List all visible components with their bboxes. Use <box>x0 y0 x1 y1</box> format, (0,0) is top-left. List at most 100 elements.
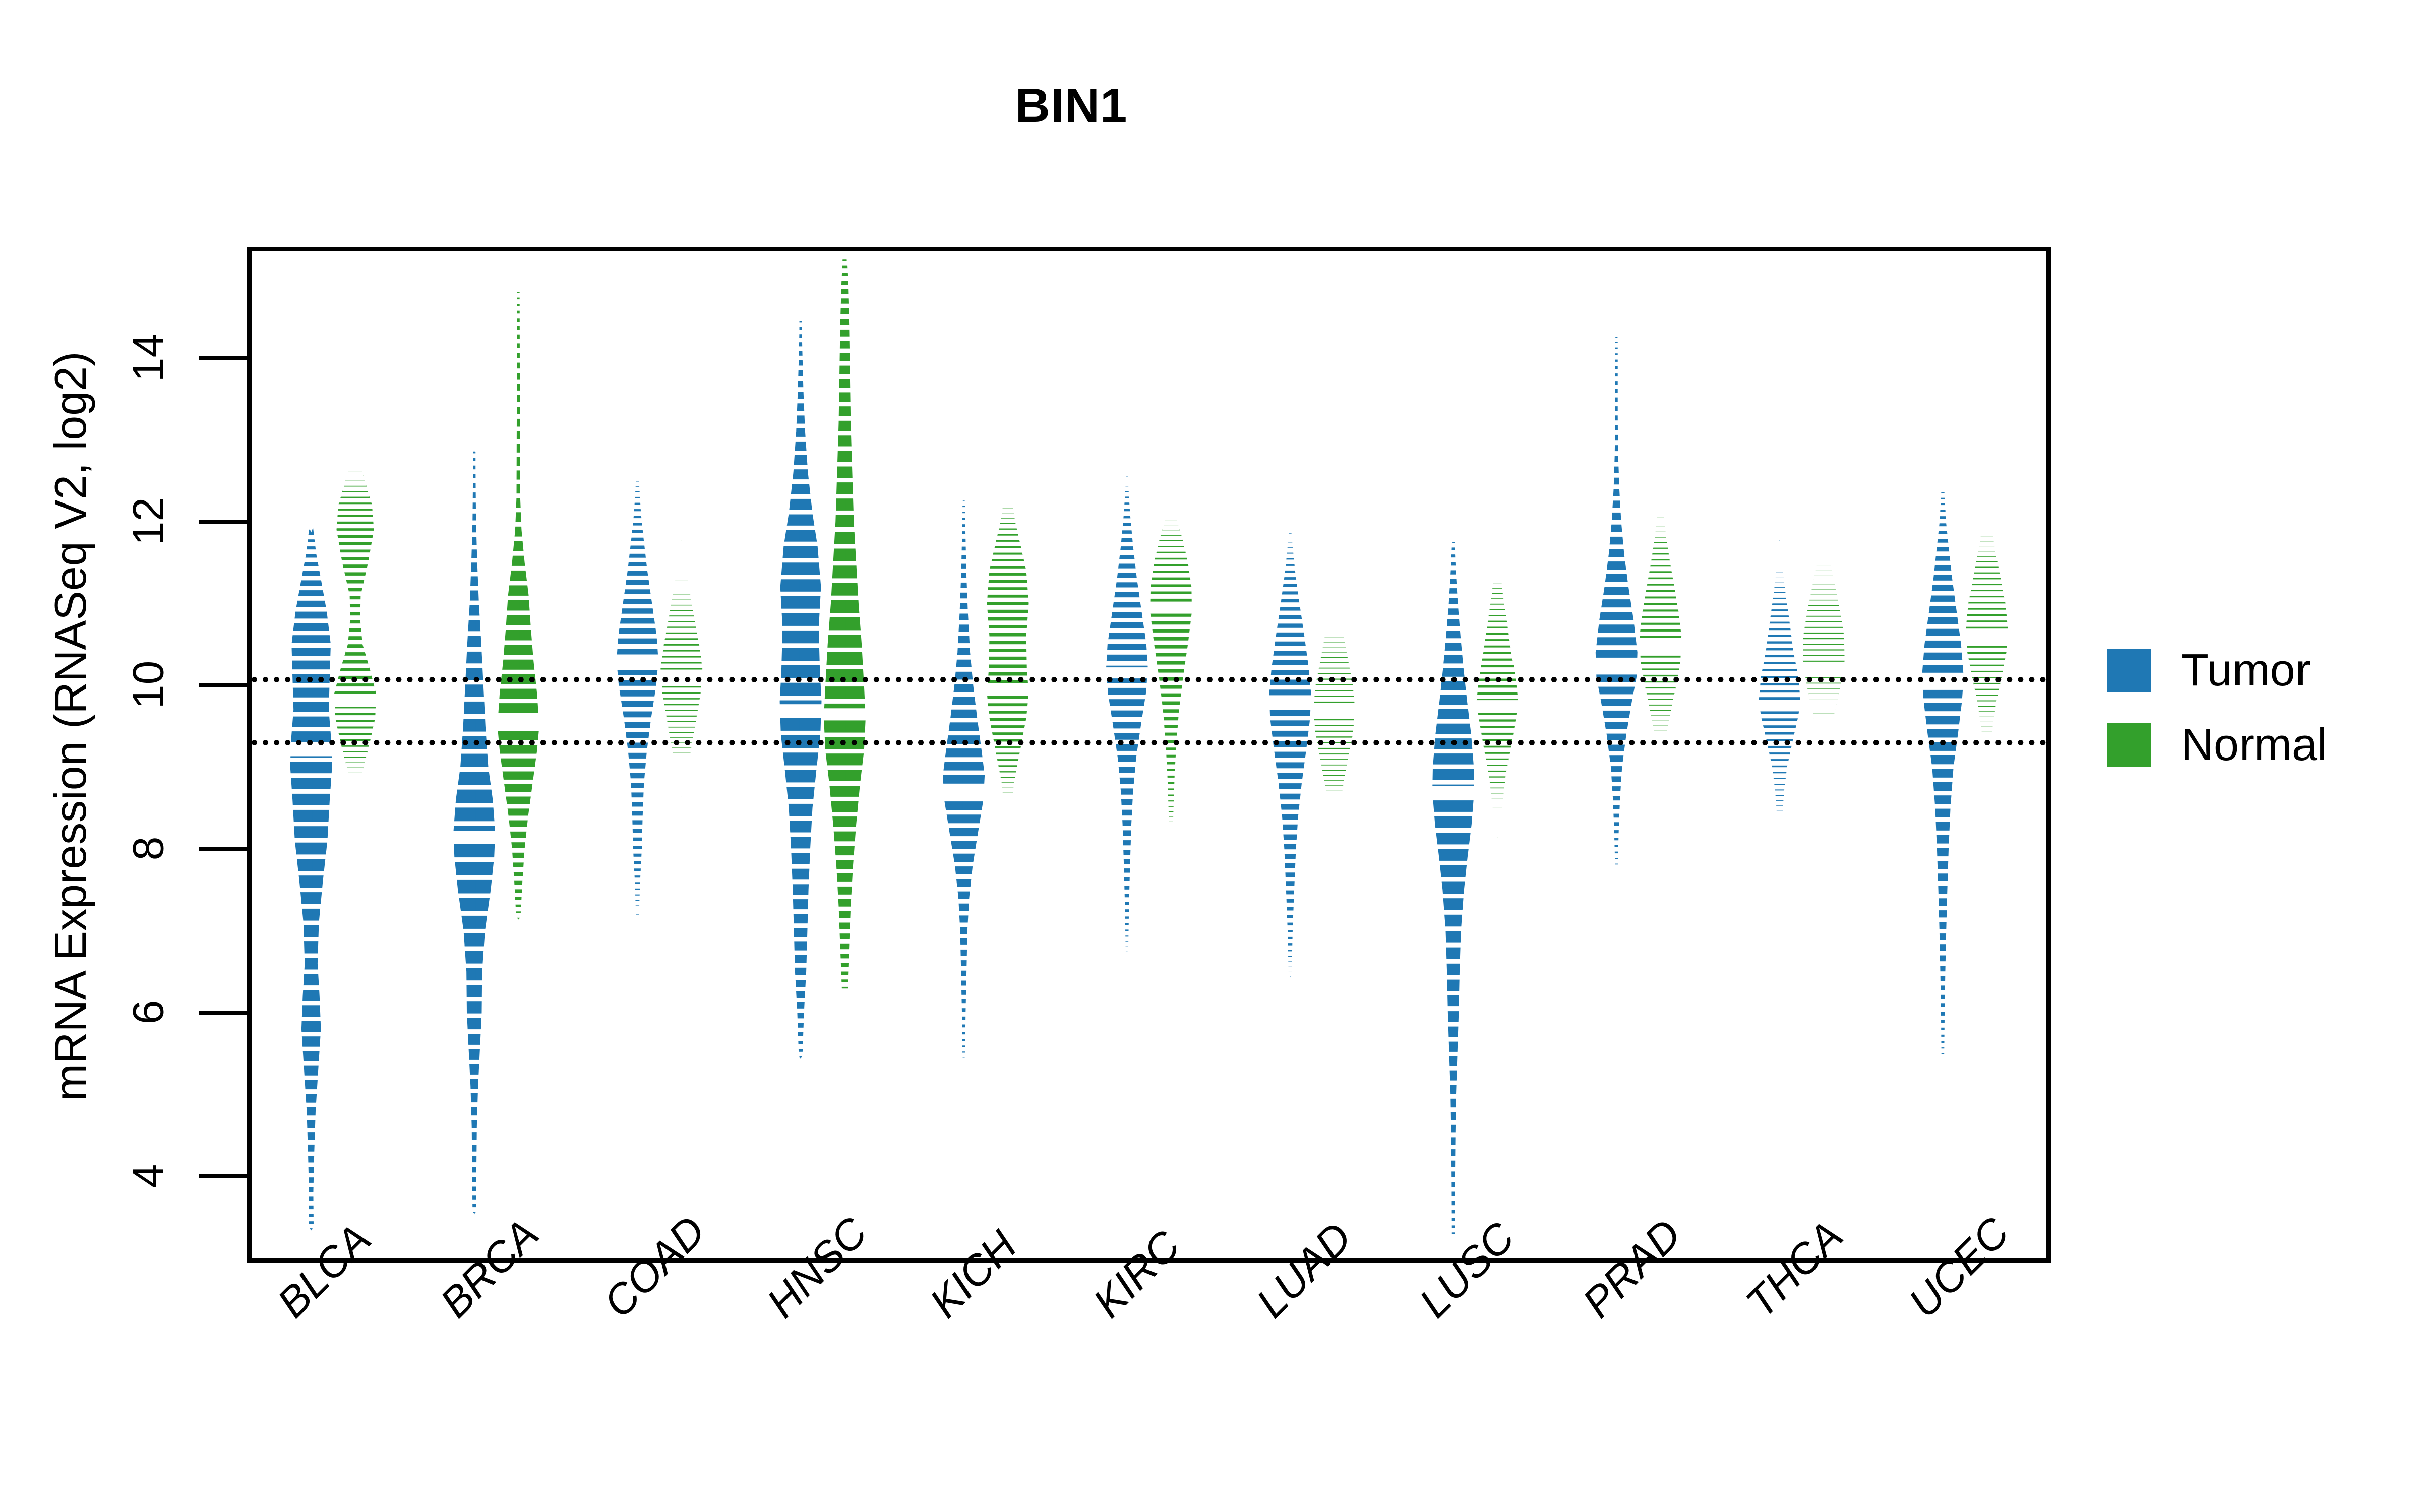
bean-observation-tick <box>1320 760 1348 765</box>
bean-observation-tick <box>1449 574 1458 579</box>
bean-observation-tick <box>1152 573 1190 578</box>
bean-observation-tick <box>1437 844 1470 849</box>
bean-observation-tick <box>1449 1132 1458 1138</box>
bean-observation-tick <box>998 767 1017 772</box>
bean-observation-tick <box>779 696 822 701</box>
bean-observation-tick <box>1980 532 1993 537</box>
bean-observation-tick <box>1612 833 1621 838</box>
bean-observation-tick <box>1812 580 1835 585</box>
bean-observation-tick <box>831 578 858 583</box>
bean-observation-tick <box>633 905 642 910</box>
bean-observation-tick <box>1769 617 1790 622</box>
bean-observation-tick <box>631 533 644 538</box>
bean-observation-tick <box>1449 1107 1458 1112</box>
plot-area <box>247 247 2051 1263</box>
bean-observation-tick <box>1476 695 1519 699</box>
bean-observation-tick <box>1317 668 1351 673</box>
bean-observation-tick <box>301 1032 321 1037</box>
bean-observation-tick <box>838 402 851 407</box>
bean-observation-tick <box>660 663 703 668</box>
legend-item-normal[interactable]: Normal <box>2107 715 2327 775</box>
bean-observation-tick <box>834 527 855 532</box>
bean-observation-tick <box>343 568 367 573</box>
bean-observation-tick <box>514 522 523 527</box>
bean-observation-tick <box>1775 790 1785 795</box>
bean-observation-tick <box>1928 613 1958 617</box>
bean-observation-tick <box>1286 910 1294 915</box>
bean-observation-tick <box>1612 800 1621 805</box>
bean-observation-tick <box>1162 525 1180 530</box>
bean-observation-tick <box>303 937 319 942</box>
y-axis-tick-label: 8 <box>124 836 173 861</box>
bean-observation-tick <box>987 590 1028 595</box>
bean-observation-tick <box>987 597 1029 602</box>
bean-observation-tick <box>1652 548 1669 553</box>
legend-item-tumor[interactable]: Tumor <box>2107 640 2327 701</box>
bean-observation-tick <box>1603 718 1629 722</box>
bean-observation-tick <box>469 586 479 591</box>
bean-observation-tick <box>1321 647 1347 652</box>
bean-observation-tick <box>1327 803 1341 808</box>
bean-median-bar <box>1802 663 1845 674</box>
bean-observation-tick <box>1123 931 1131 936</box>
bean-observation-tick <box>1272 655 1308 660</box>
bean-observation-tick <box>1115 587 1139 592</box>
bean-observation-tick <box>1157 664 1185 669</box>
bean-observation-tick <box>291 656 331 661</box>
bean-observation-tick <box>780 591 821 596</box>
bean-observation-tick <box>669 733 694 738</box>
bean-observation-tick <box>1612 355 1621 360</box>
bean-observation-tick <box>781 661 820 665</box>
reference-line <box>252 677 2046 683</box>
bean-observation-tick <box>628 758 647 763</box>
bean-observation-tick <box>1974 568 2000 573</box>
bean-median-bar <box>496 716 540 728</box>
bean-observation-tick <box>1326 623 1343 628</box>
bean-observation-tick <box>1937 856 1949 861</box>
bean-observation-tick <box>1313 697 1355 702</box>
bean-observation-tick <box>1318 749 1350 754</box>
bean-observation-tick <box>1656 504 1665 509</box>
bean-observation-tick <box>782 558 819 563</box>
bean-observation-tick <box>1935 817 1951 822</box>
bean-observation-tick <box>1484 641 1510 646</box>
bean-observation-tick <box>1276 627 1304 633</box>
bean-observation-tick <box>454 857 495 862</box>
bean-observation-tick <box>1320 652 1348 657</box>
bean-median-bar <box>1431 786 1476 797</box>
bean-observation-tick <box>1449 1167 1458 1172</box>
bean-observation-tick <box>336 530 374 535</box>
bean-observation-tick <box>1162 705 1180 710</box>
bean-observation-tick <box>621 613 654 618</box>
bean-observation-tick <box>1656 513 1665 518</box>
bean-observation-tick <box>840 982 849 987</box>
bean-observation-tick <box>470 532 478 537</box>
bean-observation-tick <box>1810 590 1837 595</box>
bean-observation-tick <box>307 1192 316 1197</box>
bean-observation-tick <box>782 625 819 631</box>
bean-observation-tick <box>1449 1221 1458 1226</box>
bean-observation-tick <box>1966 641 2008 646</box>
bean-observation-tick <box>1485 753 1510 759</box>
bean-observation-tick <box>456 875 493 880</box>
bean-observation-tick <box>1973 573 2001 578</box>
bean-observation-tick <box>339 735 372 739</box>
bean-observation-tick <box>1273 747 1307 752</box>
bean-observation-tick <box>781 608 820 613</box>
bean-observation-tick <box>1973 684 2001 689</box>
bean-observation-tick <box>339 671 372 676</box>
bean-observation-tick <box>1445 926 1462 931</box>
bean-observation-tick <box>503 779 533 784</box>
bean-observation-tick <box>1003 494 1012 499</box>
y-axis-tick <box>199 356 247 360</box>
bean-observation-tick <box>1772 767 1788 772</box>
bean-observation-tick <box>349 623 361 628</box>
bean-observation-tick <box>997 761 1018 766</box>
bean-observation-tick <box>307 542 316 547</box>
bean-observation-tick <box>1493 549 1501 554</box>
bean-observation-tick <box>306 1102 317 1107</box>
bean-observation-tick <box>1804 622 1843 627</box>
bean-observation-tick <box>958 899 970 904</box>
bean-observation-tick <box>1271 665 1309 670</box>
bean-observation-tick <box>307 1201 316 1206</box>
